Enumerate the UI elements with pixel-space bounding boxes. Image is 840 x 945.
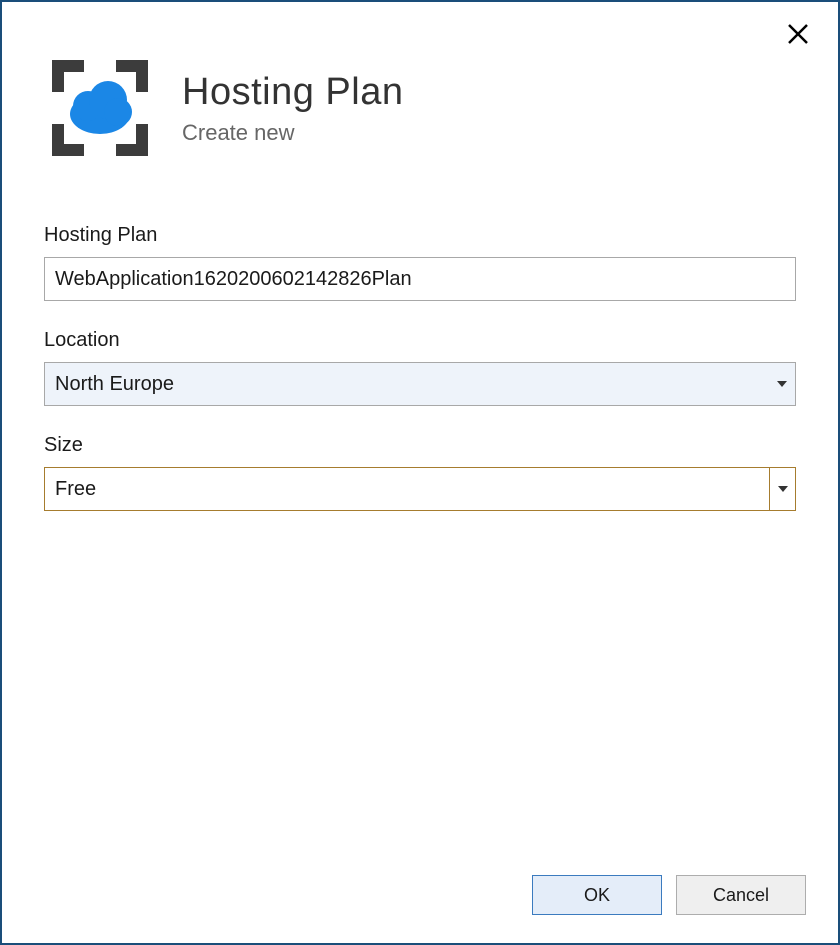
ok-button[interactable]: OK [532, 875, 662, 915]
hosting-plan-input[interactable] [44, 257, 796, 301]
location-value: North Europe [45, 363, 769, 405]
close-icon [787, 23, 809, 50]
cancel-button[interactable]: Cancel [676, 875, 806, 915]
dialog-title: Hosting Plan [182, 71, 403, 114]
location-row: Location North Europe [44, 329, 796, 406]
location-label: Location [44, 329, 796, 352]
dialog-subtitle: Create new [182, 120, 403, 146]
chevron-down-icon [769, 363, 795, 405]
size-value: Free [45, 468, 769, 510]
button-bar: OK Cancel [2, 875, 838, 943]
location-dropdown[interactable]: North Europe [44, 362, 796, 406]
hosting-plan-dialog: Hosting Plan Create new Hosting Plan Loc… [0, 0, 840, 945]
form-area: Hosting Plan Location North Europe Size … [2, 182, 838, 875]
hosting-plan-label: Hosting Plan [44, 224, 796, 247]
size-dropdown[interactable]: Free [44, 467, 796, 511]
size-row: Size Free [44, 434, 796, 511]
chevron-down-icon [769, 468, 795, 510]
cloud-hosting-icon [46, 54, 154, 162]
size-label: Size [44, 434, 796, 457]
hosting-plan-row: Hosting Plan [44, 224, 796, 301]
dialog-header: Hosting Plan Create new [2, 2, 838, 182]
close-button[interactable] [782, 20, 814, 52]
header-text: Hosting Plan Create new [182, 71, 403, 146]
